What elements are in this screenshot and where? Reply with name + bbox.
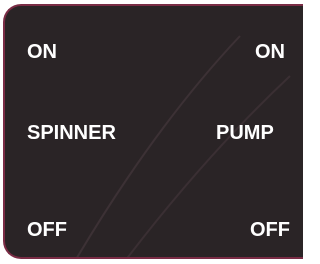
spinner-off-label: OFF (27, 219, 67, 241)
pump-label: PUMP (216, 122, 274, 144)
spinner-on-label: ON (27, 41, 57, 63)
pump-on-label: ON (255, 41, 285, 63)
switch-label-panel: ON ON SPINNER PUMP OFF OFF (3, 4, 303, 259)
pump-off-label: OFF (250, 219, 290, 241)
spinner-label: SPINNER (27, 122, 116, 144)
